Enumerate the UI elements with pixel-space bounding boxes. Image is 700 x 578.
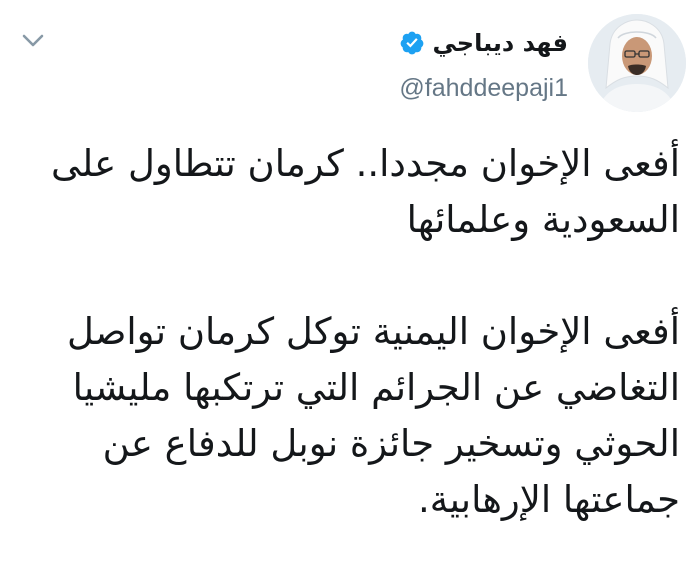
author-display-name[interactable]: فهد ديباجي <box>433 29 569 57</box>
tweet-line: جماعتها الإرهابية. <box>418 478 680 521</box>
chevron-down-icon[interactable] <box>20 30 46 50</box>
tweet-paragraph: أفعى الإخوان اليمنية توكل كرمان تواصل ال… <box>20 304 680 528</box>
tweet-line: أفعى الإخوان مجددا.. كرمان تتطاول على <box>51 142 680 185</box>
tweet-line: التغاضي عن الجرائم التي ترتكبها مليشيا <box>72 366 680 409</box>
tweet-line: الحوثي وتسخير جائزة نوبل للدفاع عن <box>102 422 680 465</box>
tweet-card: فهد ديباجي @fahddeepaji1 أفعى الإخوان مج… <box>0 0 700 578</box>
avatar-image <box>588 14 686 112</box>
avatar[interactable] <box>588 14 686 112</box>
tweet-line: السعودية وعلمائها <box>406 198 680 241</box>
tweet-text: أفعى الإخوان مجددا.. كرمان تتطاول على ال… <box>20 136 680 528</box>
verified-badge-icon <box>400 31 423 55</box>
author-handle[interactable]: @fahddeepaji1 <box>399 74 568 103</box>
tweet-paragraph: أفعى الإخوان مجددا.. كرمان تتطاول على ال… <box>20 136 680 248</box>
author-name-row[interactable]: فهد ديباجي <box>399 26 569 60</box>
tweet-line: أفعى الإخوان اليمنية توكل كرمان تواصل <box>66 310 680 353</box>
